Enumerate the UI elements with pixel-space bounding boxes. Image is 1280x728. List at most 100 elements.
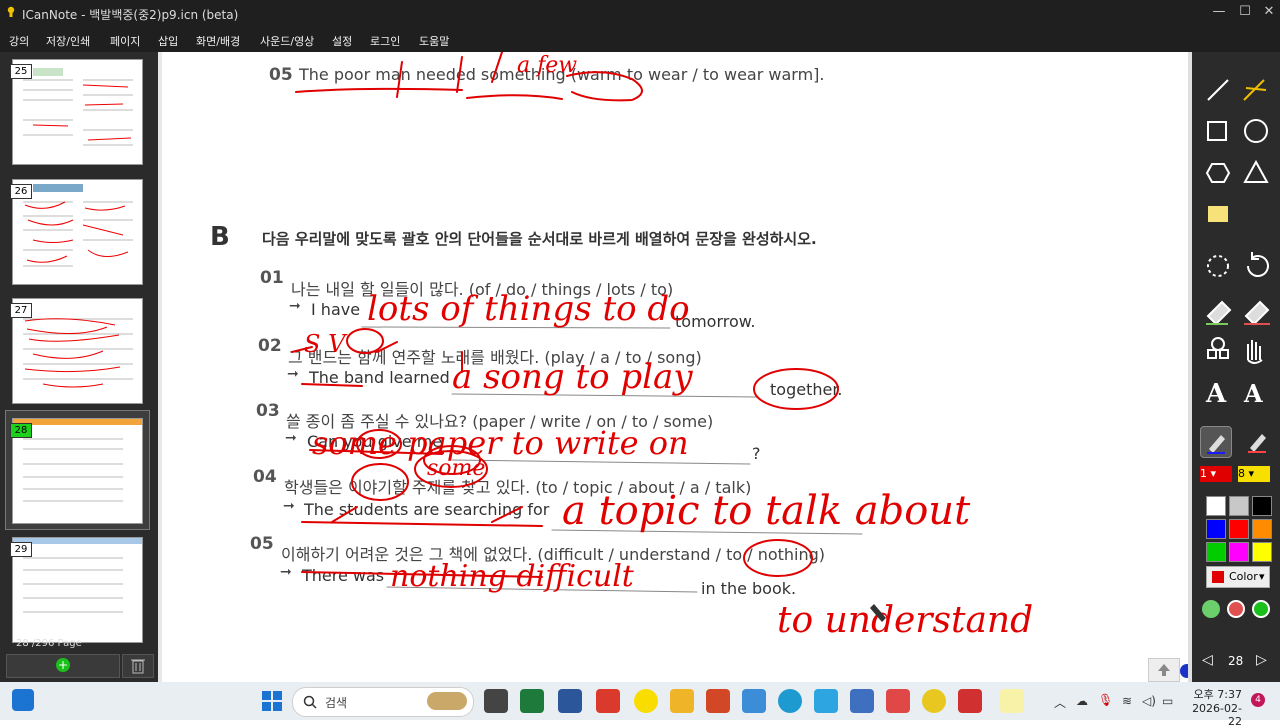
monitor-icon[interactable]	[814, 689, 838, 713]
menu-login[interactable]: 로그인	[370, 33, 400, 49]
pen-color-index-select[interactable]: 1 ▾	[1200, 466, 1232, 482]
handwriting-answer-01: lots of things to do	[367, 289, 690, 329]
rectangle-tool-icon[interactable]	[1207, 121, 1227, 141]
pdf-icon[interactable]	[596, 689, 620, 713]
app-icon-red[interactable]	[886, 689, 910, 713]
text-style-tool-icon[interactable]: A	[1243, 379, 1263, 408]
circle-tool-icon[interactable]	[1244, 119, 1268, 143]
start-icon[interactable]	[260, 689, 284, 713]
widgets-icon[interactable]	[12, 689, 34, 711]
swatch-magenta[interactable]	[1229, 542, 1249, 562]
page-indicator: 28 /296 Page	[16, 638, 82, 649]
handwriting-answer-05b: to understand	[777, 600, 1033, 641]
swatch-green[interactable]	[1206, 542, 1226, 562]
editor-icon[interactable]	[850, 689, 874, 713]
text-tool-icon[interactable]: A	[1205, 379, 1227, 409]
delete-page-button[interactable]	[122, 654, 154, 678]
menu-bar: 강의 저장/인쇄 페이지 삽입 화면/배경 사운드/영상 설정 로그인 도움말	[0, 26, 1280, 52]
menu-insert[interactable]: 삽입	[158, 33, 178, 49]
play-button[interactable]	[1252, 600, 1270, 618]
chevron-down-icon: ▾	[1259, 570, 1265, 583]
ink-layer: lots of things to do a song to play some…	[291, 52, 1033, 641]
task-view-icon[interactable]	[484, 689, 508, 713]
shapes-icon[interactable]	[1207, 337, 1229, 359]
document-canvas[interactable]: 05 The poor man needed something (warm t…	[162, 52, 1188, 682]
notification-badge[interactable]: 4	[1251, 693, 1265, 707]
chevron-up-icon[interactable]: ︿	[1054, 694, 1066, 711]
handwriting-note: S V	[304, 330, 348, 358]
color-picker-button[interactable]: Color ▾	[1206, 566, 1270, 588]
clock-date: 2026-02-22	[1192, 702, 1242, 728]
word-icon[interactable]	[558, 689, 582, 713]
menu-settings[interactable]: 설정	[332, 33, 352, 49]
status-dot	[1180, 664, 1188, 678]
taskbar-search[interactable]: 검색	[292, 687, 474, 717]
pen-color-index: 1	[1200, 467, 1207, 480]
menu-help[interactable]: 도움말	[419, 33, 449, 49]
rotate-icon[interactable]	[1247, 252, 1269, 277]
prev-page-icon[interactable]: ◁	[1202, 652, 1213, 668]
line-tool-icon[interactable]	[1207, 79, 1229, 101]
menu-screen-bg[interactable]: 화면/배경	[196, 33, 240, 49]
sticky-note-icon[interactable]	[1208, 206, 1228, 222]
app-icon-blue[interactable]	[742, 689, 766, 713]
lasso-select-icon[interactable]	[1207, 255, 1229, 277]
pen-icon	[1207, 435, 1225, 454]
swatch-orange[interactable]	[1252, 519, 1272, 539]
crosshair-line-tool-icon[interactable]	[1243, 79, 1267, 101]
menu-sound-video[interactable]: 사운드/영상	[260, 33, 314, 49]
highlighter-tool[interactable]	[1242, 426, 1272, 456]
next-page-icon[interactable]: ▷	[1256, 652, 1267, 668]
volume-icon[interactable]: ◁)	[1142, 694, 1156, 708]
pen-size: 8	[1238, 467, 1245, 480]
swatch-white[interactable]	[1206, 496, 1226, 516]
pen-tool-selected[interactable]	[1200, 426, 1232, 458]
swatch-red[interactable]	[1229, 519, 1249, 539]
clock-time: 오후 7:37	[1193, 688, 1242, 701]
cloud-icon[interactable]: ☁	[1076, 694, 1088, 708]
chrome-icon[interactable]	[922, 689, 946, 713]
maximize-button[interactable]: ☐	[1236, 4, 1254, 20]
icannote-taskbar-icon[interactable]	[1000, 689, 1024, 713]
search-icon	[303, 695, 317, 709]
thumbnail-panel: 25 26 27 28 29 28 /296 Page +	[0, 52, 158, 682]
thumbnail-number: 27	[10, 303, 32, 318]
total-pages: /296 Page	[31, 638, 82, 649]
eraser-thin-icon[interactable]	[1244, 300, 1270, 326]
record-button[interactable]	[1227, 600, 1245, 618]
menu-page[interactable]: 페이지	[110, 33, 140, 49]
minimize-button[interactable]: —	[1210, 4, 1228, 20]
hand-icon[interactable]	[1247, 340, 1263, 364]
app-icon-red-2[interactable]	[958, 689, 982, 713]
scroll-top-button[interactable]	[1148, 658, 1180, 682]
window-title: ICanNote - 백발백중(중2)p9.icn (beta)	[22, 8, 239, 22]
kakaotalk-icon[interactable]	[634, 689, 658, 713]
powerpoint-icon[interactable]	[706, 689, 730, 713]
pen-size-select[interactable]: 8 ▾	[1238, 466, 1270, 482]
pause-record-icon[interactable]	[1202, 600, 1220, 618]
eraser-icon[interactable]	[1206, 300, 1232, 326]
microphone-icon[interactable]: 🎙	[1098, 693, 1113, 707]
swatch-gray[interactable]	[1229, 496, 1249, 516]
handwriting-answer-03: some paper to write on	[312, 424, 689, 462]
search-highlight-image	[427, 692, 467, 710]
hexagon-tool-icon[interactable]	[1205, 163, 1231, 183]
wifi-icon[interactable]: ≋	[1122, 694, 1132, 708]
arrow-up-icon	[1158, 664, 1170, 676]
folder-icon[interactable]	[670, 689, 694, 713]
edge-icon[interactable]	[778, 689, 802, 713]
swatch-blue[interactable]	[1206, 519, 1226, 539]
excel-icon[interactable]	[520, 689, 544, 713]
triangle-tool-icon[interactable]	[1243, 159, 1269, 183]
battery-icon[interactable]: ▭	[1162, 694, 1173, 708]
menu-save-print[interactable]: 저장/인쇄	[46, 33, 90, 49]
add-page-button[interactable]: +	[6, 654, 120, 678]
handwriting-answer-05a: nothing difficult	[390, 559, 635, 594]
clock[interactable]: 오후 7:37 2026-02-22	[1186, 686, 1242, 728]
close-button[interactable]: ✕	[1260, 4, 1278, 20]
search-placeholder: 검색	[325, 696, 348, 710]
swatch-black[interactable]	[1252, 496, 1272, 516]
menu-lecture[interactable]: 강의	[9, 33, 29, 49]
swatch-yellow[interactable]	[1252, 542, 1272, 562]
taskbar: 검색 ︿ ☁ 🎙 ≋ ◁) ▭ 오후 7:37 2026-02-22 4	[0, 682, 1280, 728]
